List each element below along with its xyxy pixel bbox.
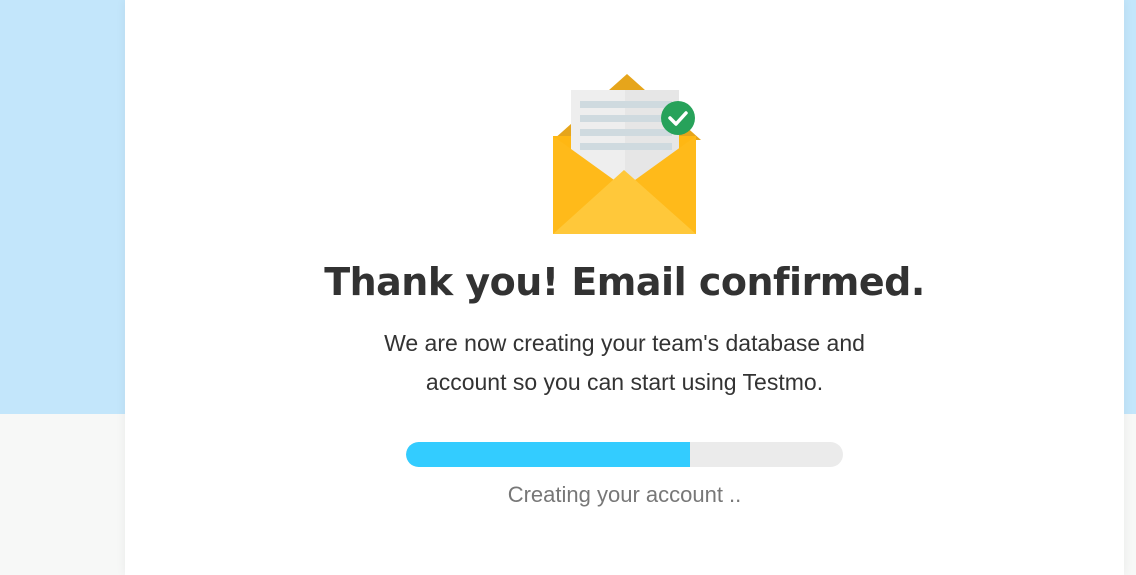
progress-bar-fill [406,442,691,467]
page-title: Thank you! Email confirmed. [324,260,925,304]
message-line-2: account so you can start using Testmo. [425,369,824,395]
message-line-1: We are now creating your team's database… [384,330,865,356]
confirmation-message: We are now creating your team's database… [125,324,1124,402]
confirmation-card: Thank you! Email confirmed. We are now c… [125,0,1124,575]
status-text: Creating your account .. [507,482,742,507]
progress-bar [406,442,843,467]
open-envelope-with-check-icon [553,70,701,240]
